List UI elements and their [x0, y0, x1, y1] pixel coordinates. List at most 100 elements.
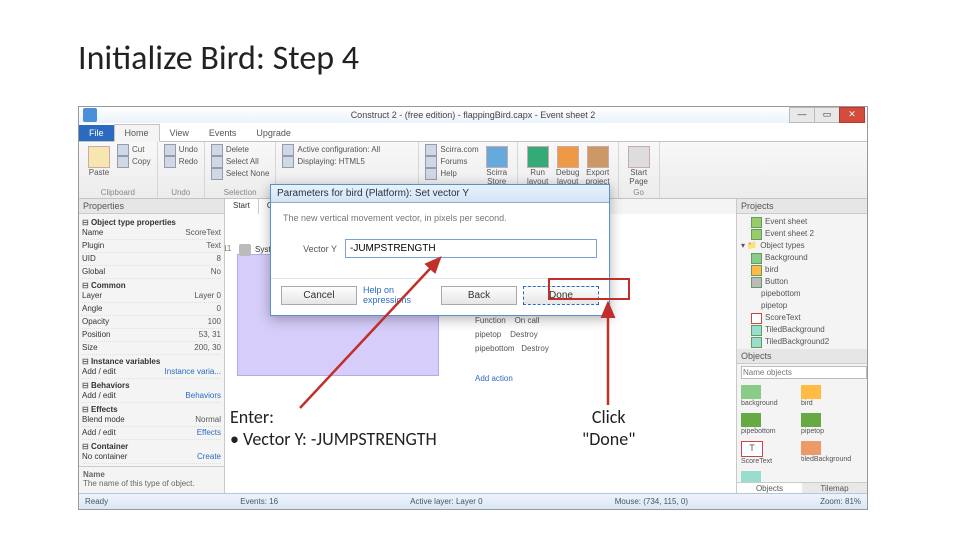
- tree-pipebottom[interactable]: pipebottom: [741, 288, 863, 300]
- minimize-button[interactable]: —: [789, 107, 815, 123]
- tree-background[interactable]: Background: [741, 252, 863, 264]
- props-cat-container[interactable]: Container: [82, 442, 221, 451]
- select-all-button[interactable]: Select All: [211, 156, 270, 168]
- redo-button[interactable]: Redo: [164, 156, 198, 168]
- prop-name[interactable]: NameScoreText: [82, 227, 221, 240]
- start-page-button[interactable]: Start Page: [625, 144, 653, 186]
- paste-button[interactable]: Paste: [85, 144, 113, 177]
- display-config[interactable]: Displaying: HTML5: [282, 156, 412, 168]
- obj-icon: [751, 265, 762, 276]
- tab-home[interactable]: Home: [114, 124, 160, 142]
- prop-opacity[interactable]: Opacity100: [82, 316, 221, 329]
- cancel-button[interactable]: Cancel: [281, 286, 357, 305]
- copy-button[interactable]: Copy: [117, 156, 151, 168]
- props-cat-behaviors[interactable]: Behaviors: [82, 381, 221, 390]
- prop-angle[interactable]: Angle0: [82, 303, 221, 316]
- active-config[interactable]: Active configuration: All: [282, 144, 412, 156]
- tab-start[interactable]: Start: [225, 199, 259, 214]
- prop-addvars[interactable]: Add / editInstance varia...: [82, 366, 221, 379]
- undo-icon: [164, 144, 176, 156]
- obj-pipetop[interactable]: pipetop: [801, 413, 855, 435]
- prop-addbeh[interactable]: Add / editBehaviors: [82, 390, 221, 403]
- tab-file[interactable]: File: [79, 125, 114, 141]
- monitor-icon: [282, 156, 294, 168]
- cut-icon: [117, 144, 129, 156]
- vector-y-input[interactable]: [345, 239, 597, 258]
- status-zoom: Zoom: 81%: [820, 497, 861, 506]
- obj-icon: [751, 325, 762, 336]
- chat-icon: [425, 156, 437, 168]
- close-button[interactable]: ✕: [839, 107, 865, 123]
- tree-eventsheet[interactable]: Event sheet: [741, 216, 863, 228]
- debug-button[interactable]: Debug layout: [554, 144, 582, 186]
- props-cat-vars[interactable]: Instance variables: [82, 357, 221, 366]
- forums-link[interactable]: Forums: [425, 156, 478, 168]
- annotation-enter: Enter: • Vector Y: -JUMPSTRENGTH: [230, 406, 437, 450]
- prop-plugin: PluginText: [82, 240, 221, 253]
- tree-objtypes[interactable]: ▾ 📁Object types: [741, 240, 863, 252]
- group-label: Go: [625, 188, 653, 197]
- projects-header: Projects: [737, 199, 867, 214]
- tree-pipetop[interactable]: pipetop: [741, 300, 863, 312]
- prop-position[interactable]: Position53, 31: [82, 329, 221, 342]
- tab-events[interactable]: Events: [199, 125, 247, 141]
- obj-thumb: T: [741, 441, 763, 457]
- window-title: Construct 2 - (free edition) - flappingB…: [79, 110, 867, 120]
- gear-icon: [282, 144, 294, 156]
- ribbon-group-clipboard: Paste Cut Copy Clipboard: [79, 142, 158, 198]
- help-link[interactable]: Help: [425, 168, 478, 180]
- tab-upgrade[interactable]: Upgrade: [246, 125, 301, 141]
- obj-background[interactable]: background: [741, 385, 795, 407]
- home-icon: [628, 146, 650, 168]
- back-button[interactable]: Back: [441, 286, 517, 305]
- export-button[interactable]: Export project: [584, 144, 612, 186]
- undo-button[interactable]: Undo: [164, 144, 198, 156]
- props-cat-common[interactable]: Common: [82, 281, 221, 290]
- store-button[interactable]: Scirra Store: [483, 144, 511, 186]
- add-action-link[interactable]: Add action: [475, 374, 513, 383]
- prop-blend[interactable]: Blend modeNormal: [82, 414, 221, 427]
- tree-eventsheet2[interactable]: Event sheet 2: [741, 228, 863, 240]
- objects-search-input[interactable]: [741, 366, 867, 379]
- prop-global[interactable]: GlobalNo: [82, 266, 221, 279]
- maximize-button[interactable]: ▭: [814, 107, 840, 123]
- prop-addfx[interactable]: Add / editEffects: [82, 427, 221, 440]
- prop-layer[interactable]: LayerLayer 0: [82, 290, 221, 303]
- obj-icon: [751, 253, 762, 264]
- status-ready: Ready: [85, 497, 108, 506]
- sheet-icon: [751, 217, 762, 228]
- tree-tiledbg2[interactable]: TiledBackground2: [741, 336, 863, 348]
- ribbon-group-selection: Delete Select All Select None Selection: [205, 142, 277, 198]
- properties-help: NameThe name of this type of object.: [79, 466, 224, 491]
- event-actions[interactable]: Function On call pipetop Destroy pipebot…: [475, 314, 549, 356]
- run-button[interactable]: Run layout: [524, 144, 552, 186]
- obj-bird[interactable]: bird: [801, 385, 855, 407]
- help-expressions-link[interactable]: Help on expressions: [363, 285, 429, 305]
- properties-panel: Properties Object type properties NameSc…: [79, 199, 225, 495]
- obj-pipebottom[interactable]: pipebottom: [741, 413, 795, 435]
- sheet-icon: [751, 229, 762, 240]
- obj-scoretext[interactable]: TScoreText: [741, 441, 795, 465]
- ribbon-group-go: Start Page Go: [619, 142, 660, 198]
- tree-button[interactable]: Button: [741, 276, 863, 288]
- annotation-click-done: Click "Done": [582, 406, 635, 450]
- select-none-icon: [211, 168, 223, 180]
- project-tree[interactable]: Event sheet Event sheet 2 ▾ 📁Object type…: [737, 214, 867, 349]
- prop-size[interactable]: Size200, 30: [82, 342, 221, 355]
- prop-nocont[interactable]: No containerCreate: [82, 451, 221, 464]
- dialog-description: The new vertical movement vector, in pix…: [283, 213, 597, 223]
- props-cat-objtype[interactable]: Object type properties: [82, 218, 221, 227]
- tree-tiledbg[interactable]: TiledBackground: [741, 324, 863, 336]
- tree-bird[interactable]: bird: [741, 264, 863, 276]
- tab-view[interactable]: View: [160, 125, 199, 141]
- done-button[interactable]: Done: [523, 286, 599, 305]
- cut-button[interactable]: Cut: [117, 144, 151, 156]
- status-mouse: Mouse: (734, 115, 0): [615, 497, 688, 506]
- select-none-button[interactable]: Select None: [211, 168, 270, 180]
- scirra-link[interactable]: Scirra.com: [425, 144, 478, 156]
- obj-tiledbg[interactable]: tiledBackground: [801, 441, 855, 465]
- tree-scoretext[interactable]: ScoreText: [741, 312, 863, 324]
- props-cat-effects[interactable]: Effects: [82, 405, 221, 414]
- group-label: Undo: [164, 188, 198, 197]
- delete-button[interactable]: Delete: [211, 144, 270, 156]
